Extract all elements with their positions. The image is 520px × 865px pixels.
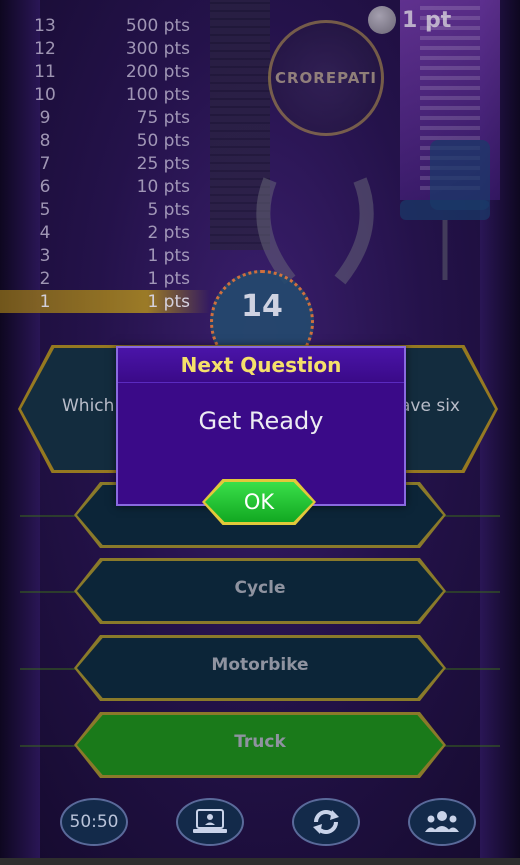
ladder-row-current: 11 pts (0, 290, 210, 313)
answer-label: Cycle (234, 578, 286, 598)
swap-arrows-icon (313, 810, 339, 834)
ladder-row: 7 25 pts (39, 153, 190, 174)
question-text-right: ave six (400, 396, 460, 416)
ladder-row: 8 50 pts (39, 130, 190, 151)
ladder-row: 55 pts (39, 199, 190, 220)
coin-balance: 1 pt (368, 6, 451, 34)
ladder-row: 13 500 pts (34, 15, 190, 36)
timer-value: 14 (241, 289, 283, 324)
group-people-icon (425, 811, 459, 832)
lifeline-fifty-fifty[interactable]: 50:50 (60, 798, 128, 846)
bottom-strip (0, 858, 520, 865)
logo-text: CROREPATI (275, 69, 377, 87)
ladder-row: 31 pts (39, 245, 190, 266)
answer-label: Motorbike (211, 655, 309, 675)
laptop-user-icon (193, 809, 227, 833)
prize-ladder: 13 500 pts 12 300 pts 11 200 pts 10 100 pts … (0, 14, 210, 313)
ladder-row: 21 pts (39, 268, 190, 289)
dialog-title-bar: Next Question (118, 348, 404, 383)
lifeline-audience-poll[interactable] (408, 798, 476, 846)
ladder-row: 10 100 pts (34, 84, 190, 105)
answer-label: Truck (234, 732, 286, 752)
ok-button[interactable]: OK (202, 479, 316, 525)
lifeline-flip-question[interactable] (292, 798, 360, 846)
dialog-message: Get Ready (198, 407, 324, 435)
coin-balance-label: 1 pt (402, 7, 452, 33)
ladder-row: 11 200 pts (34, 61, 190, 82)
coin-icon (368, 6, 396, 34)
lifeline-fifty-fifty-label: 50:50 (69, 812, 119, 832)
lifeline-phone-friend[interactable] (176, 798, 244, 846)
question-text-left: Which (62, 396, 115, 416)
ladder-row: 42 pts (39, 222, 190, 243)
dialog-title: Next Question (180, 353, 342, 377)
ok-button-label: OK (205, 482, 313, 522)
ladder-row: 12 300 pts (34, 38, 190, 59)
ladder-row: 6 10 pts (39, 176, 190, 197)
ladder-row: 9 75 pts (39, 107, 190, 128)
game-logo: CROREPATI (268, 20, 384, 136)
